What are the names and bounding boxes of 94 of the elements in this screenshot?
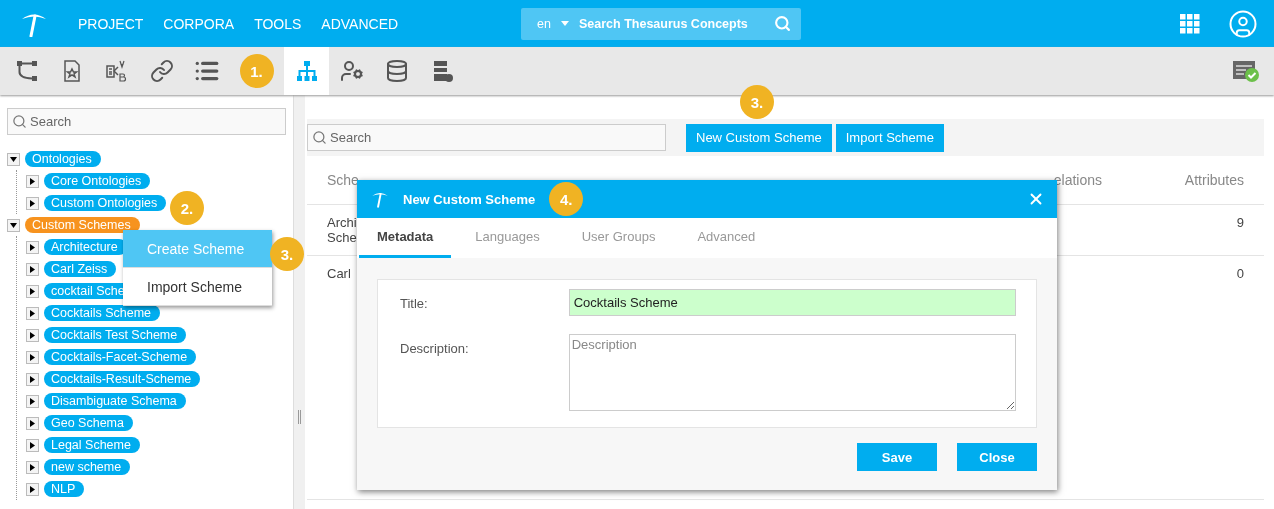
toolbar-button[interactable]: Import Scheme — [835, 123, 944, 152]
menu-item[interactable]: Create Scheme — [123, 230, 272, 268]
expand-toggle[interactable] — [7, 152, 20, 166]
column-header: Sche — [327, 172, 360, 188]
nav-link[interactable]: CORPORA — [163, 15, 235, 32]
triangle-icon — [29, 441, 36, 449]
expand-toggle[interactable] — [26, 306, 39, 320]
search-field[interactable]: Search — [307, 124, 666, 151]
triangle-icon — [29, 287, 36, 295]
expand-toggle[interactable] — [26, 350, 39, 364]
splitter-handle[interactable] — [298, 410, 301, 424]
expand-toggle[interactable] — [26, 416, 39, 430]
tree-node[interactable]: Custom Schemes — [25, 217, 140, 233]
menu-item[interactable]: Import Scheme — [123, 268, 272, 306]
search-field[interactable]: en Search Thesaurus Concepts — [521, 7, 802, 40]
expand-toggle[interactable] — [26, 196, 39, 210]
expand-toggle[interactable] — [26, 482, 39, 496]
expand-toggle[interactable] — [26, 372, 39, 386]
nav-link[interactable]: TOOLS — [254, 15, 302, 32]
title-field[interactable]: Cocktails Scheme — [568, 289, 1016, 316]
column-header: Attributes — [1183, 172, 1244, 188]
triangle-icon — [29, 265, 36, 273]
tree-node[interactable]: Ontologies — [25, 151, 101, 167]
table-cell: Archi Sche — [327, 215, 357, 245]
expand-toggle[interactable] — [26, 438, 39, 452]
dialog-tab[interactable]: Languages — [457, 218, 558, 258]
triangle-icon — [29, 485, 36, 493]
tree-node[interactable]: Custom Ontologies — [44, 195, 167, 211]
triangle-icon — [29, 463, 36, 471]
flow-icon — [14, 59, 39, 83]
search-icon — [312, 130, 327, 145]
step-badge: 3. — [740, 85, 774, 119]
triangle-icon — [29, 309, 36, 317]
search-input[interactable]: Search Thesaurus Concepts — [579, 16, 771, 31]
caret-icon — [561, 21, 569, 26]
tree-node[interactable]: Cocktails-Result-Scheme — [44, 371, 201, 387]
triangle-icon — [29, 177, 36, 185]
expand-toggle[interactable] — [7, 218, 20, 232]
list-check-icon[interactable] — [1232, 59, 1260, 83]
expand-toggle[interactable] — [26, 240, 39, 254]
step-badge: 4. — [549, 182, 584, 216]
tree-node[interactable]: NLP — [44, 481, 85, 497]
tree-node[interactable]: new scheme — [44, 459, 131, 475]
expand-toggle[interactable] — [26, 460, 39, 474]
tree-node[interactable]: Cocktails-Facet-Scheme — [44, 349, 197, 365]
nav-link[interactable]: PROJECT — [78, 15, 144, 32]
description-field[interactable]: Description — [568, 334, 1016, 411]
expand-toggle[interactable] — [26, 284, 39, 298]
dialog-button[interactable]: Save — [857, 443, 937, 471]
triangle-icon — [29, 419, 36, 427]
triangle-icon — [29, 353, 36, 361]
apps-grid-icon[interactable] — [1180, 13, 1200, 34]
tree-node[interactable]: Core Ontologies — [44, 173, 151, 189]
language-select[interactable]: en — [537, 16, 551, 31]
expand-toggle[interactable] — [26, 262, 39, 276]
tree-node[interactable]: Carl Zeiss — [44, 261, 117, 277]
expand-toggle[interactable] — [26, 174, 39, 188]
hierarchy-icon — [294, 59, 319, 83]
dialog-title: New Custom Scheme — [403, 191, 536, 207]
field-label: Title: — [400, 295, 429, 313]
dialog-tab[interactable]: User Groups — [563, 218, 674, 258]
toolbar-button[interactable]: New Custom Scheme — [686, 123, 832, 152]
triangle-icon — [29, 199, 36, 207]
dialog-tab[interactable]: Metadata — [359, 218, 452, 258]
user-gear-icon — [339, 59, 364, 83]
triangle-icon — [29, 375, 36, 383]
triangle-icon — [29, 243, 36, 251]
step-badge: 2. — [170, 191, 204, 225]
table-cell: 9 — [1236, 215, 1244, 230]
triangle-icon — [29, 331, 36, 339]
triangle-icon — [10, 155, 17, 163]
table-cell: 0 — [1236, 266, 1244, 281]
search-icon — [12, 114, 27, 129]
toolbar-tab[interactable] — [284, 47, 329, 95]
expand-toggle[interactable] — [26, 328, 39, 342]
dialog-button[interactable]: Close — [957, 443, 1037, 471]
document-compare-icon — [104, 59, 129, 83]
triangle-icon — [10, 221, 17, 229]
search-field[interactable]: Search — [7, 108, 286, 135]
link-icon — [149, 59, 174, 83]
user-avatar-icon[interactable] — [1228, 8, 1258, 39]
tree-node[interactable]: Legal Scheme — [44, 437, 140, 453]
step-badge: 1. — [239, 54, 274, 88]
database-icon — [384, 59, 409, 83]
tree-node[interactable]: Geo Schema — [44, 415, 133, 431]
expand-toggle[interactable] — [26, 394, 39, 408]
nav-link[interactable]: ADVANCED — [321, 15, 399, 32]
tree-node[interactable]: Cocktails Scheme — [44, 305, 161, 321]
field-label: Description: — [400, 340, 470, 358]
triangle-icon — [29, 397, 36, 405]
table-cell: Carl — [327, 266, 351, 281]
tree-node[interactable]: Cocktails Test Scheme — [44, 327, 187, 343]
tree-node[interactable]: Disambiguate Schema — [44, 393, 186, 409]
dialog-tab[interactable]: Advanced — [679, 218, 774, 258]
